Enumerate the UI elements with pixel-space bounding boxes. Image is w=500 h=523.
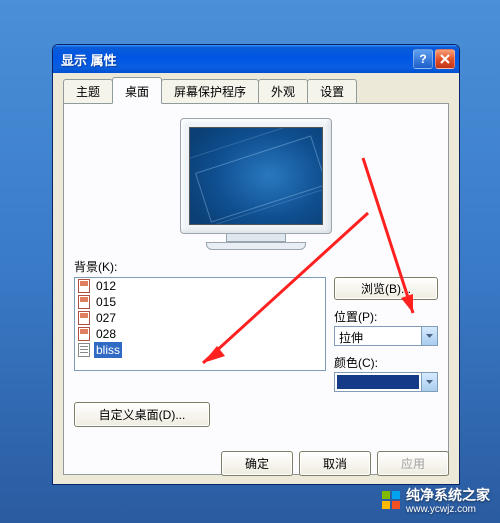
help-button[interactable]: ? bbox=[413, 49, 433, 69]
list-item[interactable]: bliss bbox=[75, 342, 325, 358]
tab-panel-desktop: 背景(K): 012015027028bliss 浏览(B)... 位置(P):… bbox=[63, 103, 449, 475]
list-item[interactable]: 015 bbox=[75, 294, 325, 310]
apply-button[interactable]: 应用 bbox=[377, 451, 449, 476]
customize-desktop-button[interactable]: 自定义桌面(D)... bbox=[74, 402, 210, 427]
monitor-base bbox=[206, 242, 306, 250]
watermark: 纯净系统之家 www.ycwjz.com bbox=[382, 485, 490, 515]
cancel-button[interactable]: 取消 bbox=[299, 451, 371, 476]
position-label: 位置(P): bbox=[334, 308, 438, 325]
list-item[interactable]: 027 bbox=[75, 310, 325, 326]
dialog-button-bar: 确定 取消 应用 bbox=[63, 451, 449, 476]
tab-strip: 主题 桌面 屏幕保护程序 外观 设置 bbox=[63, 81, 449, 103]
tab-settings[interactable]: 设置 bbox=[307, 79, 357, 103]
image-file-icon bbox=[78, 327, 90, 341]
watermark-brand: 纯净系统之家 bbox=[406, 487, 490, 503]
background-label: 背景(K): bbox=[74, 258, 438, 275]
list-item-label: 027 bbox=[94, 310, 118, 326]
close-icon bbox=[440, 54, 450, 64]
image-file-icon bbox=[78, 311, 90, 325]
titlebar-buttons: ? bbox=[413, 49, 455, 69]
monitor-stand bbox=[226, 234, 286, 242]
position-value: 拉伸 bbox=[335, 327, 421, 345]
background-listbox[interactable]: 012015027028bliss bbox=[74, 277, 326, 371]
titlebar[interactable]: 显示 属性 ? bbox=[53, 45, 459, 73]
preview-area bbox=[74, 118, 438, 250]
list-item-label: 015 bbox=[94, 294, 118, 310]
image-file-icon bbox=[78, 295, 90, 309]
chevron-down-icon bbox=[421, 373, 437, 391]
chevron-down-icon bbox=[421, 327, 437, 345]
list-item-label: bliss bbox=[94, 342, 122, 358]
tab-appearance[interactable]: 外观 bbox=[258, 79, 308, 103]
image-file-icon bbox=[78, 279, 90, 293]
color-picker[interactable] bbox=[334, 372, 438, 392]
monitor-bezel bbox=[180, 118, 332, 234]
dialog-title: 显示 属性 bbox=[61, 50, 117, 69]
list-item-label: 012 bbox=[94, 278, 118, 294]
color-label: 颜色(C): bbox=[334, 354, 438, 371]
watermark-url: www.ycwjz.com bbox=[406, 505, 490, 515]
color-swatch bbox=[337, 375, 419, 389]
tab-theme[interactable]: 主题 bbox=[63, 79, 113, 103]
browse-button[interactable]: 浏览(B)... bbox=[334, 277, 438, 300]
monitor-preview bbox=[180, 118, 332, 250]
tab-screensaver[interactable]: 屏幕保护程序 bbox=[161, 79, 259, 103]
list-item[interactable]: 028 bbox=[75, 326, 325, 342]
watermark-logo-icon bbox=[382, 491, 400, 509]
dialog-client-area: 主题 桌面 屏幕保护程序 外观 设置 背景(K): 012015027028bl… bbox=[53, 73, 459, 484]
list-item[interactable]: 012 bbox=[75, 278, 325, 294]
display-properties-dialog: 显示 属性 ? 主题 桌面 屏幕保护程序 外观 设置 bbox=[52, 44, 460, 485]
text-file-icon bbox=[78, 343, 90, 357]
monitor-screen bbox=[189, 127, 323, 225]
close-button[interactable] bbox=[435, 49, 455, 69]
ok-button[interactable]: 确定 bbox=[221, 451, 293, 476]
position-combobox[interactable]: 拉伸 bbox=[334, 326, 438, 346]
tab-desktop[interactable]: 桌面 bbox=[112, 77, 162, 104]
list-item-label: 028 bbox=[94, 326, 118, 342]
